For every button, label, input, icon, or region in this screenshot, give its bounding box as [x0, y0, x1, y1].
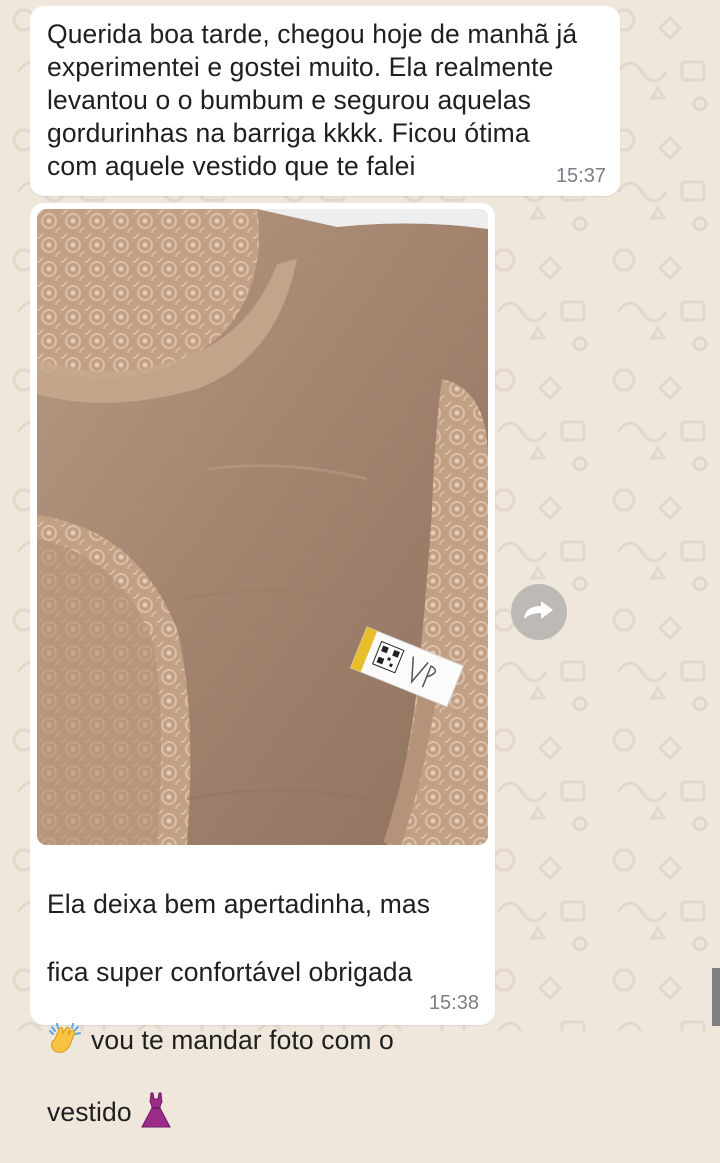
message-timestamp: 15:38	[428, 992, 479, 1014]
caption-line-3: vou te mandar foto com o	[47, 1023, 487, 1057]
message-bubble-incoming-1[interactable]: Querida boa tarde, chegou hoje de manhã …	[30, 6, 620, 196]
message-bubble-incoming-2[interactable]: Ela deixa bem apertadinha, mas fica supe…	[30, 203, 495, 1128]
caption-line-4-text: vestido	[47, 1097, 132, 1127]
message-timestamp: 15:37	[555, 165, 606, 187]
forward-button[interactable]	[511, 584, 567, 640]
message-photo[interactable]	[37, 209, 488, 845]
dress-emoji	[140, 1091, 172, 1129]
scrollbar[interactable]	[712, 968, 720, 1026]
clapping-hands-emoji	[47, 1023, 83, 1057]
forward-arrow-icon	[522, 597, 556, 628]
caption-line-3-text: vou te mandar foto com o	[91, 1025, 394, 1055]
caption-line-1: Ela deixa bem apertadinha, mas	[47, 889, 431, 919]
message-text: Querida boa tarde, chegou hoje de manhã …	[47, 19, 578, 181]
caption-line-4: vestido	[47, 1091, 487, 1129]
caption-line-2: fica super confortável obrigada	[47, 957, 413, 987]
photo-caption: Ela deixa bem apertadinha, mas fica supe…	[47, 853, 487, 1163]
